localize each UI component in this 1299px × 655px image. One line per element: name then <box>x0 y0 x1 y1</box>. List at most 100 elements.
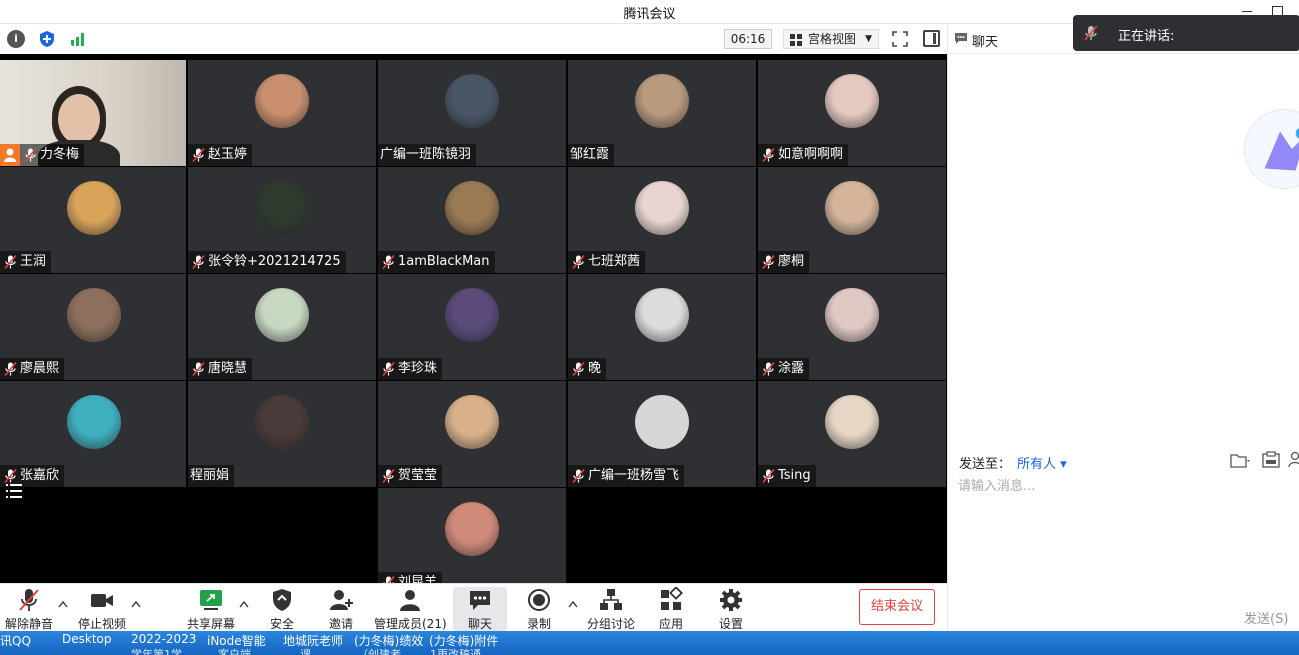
share-options-chevron-up-icon[interactable] <box>239 600 249 608</box>
participant-tile[interactable]: 刘昆羊 <box>378 488 566 583</box>
muted-mic-icon <box>382 254 395 270</box>
participant-name: 刘昆羊 <box>398 575 438 583</box>
participant-tile[interactable]: 廖桐 <box>758 167 946 273</box>
participant-tile[interactable]: 涂露 <box>758 274 946 380</box>
participant-name-bar: 如意啊啊啊 <box>758 144 849 166</box>
participant-tile[interactable]: 唐晓慧 <box>188 274 376 380</box>
taskbar-item[interactable]: 讯QQ <box>0 632 31 649</box>
apps-button[interactable]: 应用 <box>649 587 693 631</box>
send-button[interactable]: 发送(S) <box>1244 608 1288 627</box>
breakout-rooms-label: 分组讨论 <box>586 617 635 631</box>
stop-video-button[interactable]: 停止视频 <box>76 587 128 631</box>
participant-tile[interactable]: 1amBlackMan <box>378 167 566 273</box>
avatar <box>255 395 309 449</box>
taskbar-item[interactable]: 2022-2023 <box>131 632 196 646</box>
speaking-label: 正在讲话: <box>1118 29 1175 44</box>
avatar <box>445 288 499 342</box>
os-taskbar: 讯QQ Desktop 2022-2023 iNode智能 地城阮老师 (力冬梅)绩效 (力… <box>0 631 1299 655</box>
participant-tile[interactable]: 广编一班陈镜羽 <box>378 60 566 166</box>
avatar <box>67 395 121 449</box>
members-icon <box>400 590 420 611</box>
end-meeting-button[interactable]: 结束会议 <box>859 589 935 625</box>
share-screen-button[interactable]: 共享屏幕 <box>185 587 237 631</box>
file-send-icon[interactable] <box>1230 452 1252 468</box>
participant-tile[interactable]: 张嘉欣 <box>0 381 186 487</box>
chat-messages-area <box>948 55 1299 445</box>
muted-mic-icon <box>382 575 395 583</box>
participant-name-bar: 程丽娟 <box>188 465 235 487</box>
chat-message-input[interactable] <box>958 475 1288 595</box>
record-label: 录制 <box>526 617 551 631</box>
muted-mic-icon <box>762 361 775 377</box>
unmute-button[interactable]: 解除静音 <box>4 587 54 631</box>
chat-header: 聊天 正在讲话: <box>948 15 1299 54</box>
participant-tile[interactable]: 贺莹莹 <box>378 381 566 487</box>
list-menu-icon[interactable] <box>4 482 24 500</box>
muted-mic-icon <box>762 147 775 163</box>
avatar <box>67 181 121 235</box>
manage-members-button[interactable]: 管理成员(21) <box>374 587 447 631</box>
muted-mic-icon <box>382 468 395 484</box>
audio-options-chevron-up-icon[interactable] <box>58 600 68 608</box>
participant-tile[interactable]: 七班郑茜 <box>568 167 756 273</box>
record-options-chevron-up-icon[interactable] <box>568 600 578 608</box>
taskbar-item-subtitle: 课 <box>300 648 311 655</box>
participant-tile[interactable]: 程丽娟 <box>188 381 376 487</box>
participant-name-bar: 张令铃+2021214725 <box>188 251 346 273</box>
security-button[interactable]: 安全 <box>260 587 304 631</box>
muted-mic-icon <box>762 254 775 270</box>
participant-tile[interactable]: 李珍珠 <box>378 274 566 380</box>
invite-label: 邀请 <box>328 617 353 631</box>
participant-tile[interactable]: 赵玉婷 <box>188 60 376 166</box>
participant-name-bar: 廖晨熙 <box>0 358 65 380</box>
participant-name: 七班郑茜 <box>588 254 641 269</box>
participant-tile[interactable]: 如意啊啊啊 <box>758 60 946 166</box>
manage-members-label: 管理成员(21) <box>374 617 447 631</box>
add-user-icon <box>330 590 353 610</box>
participant-tile[interactable]: 晚 <box>568 274 756 380</box>
participant-tile[interactable]: 邹红霞 <box>568 60 756 166</box>
participant-tile[interactable]: Tsing <box>758 381 946 487</box>
meeting-window: 腾讯会议 i 06:16 宫格视图 ▼ 力冬梅 赵玉婷 广编一班陈镜羽 邹红霞 … <box>0 0 1299 655</box>
taskbar-item[interactable]: 地城阮老师 <box>283 632 343 649</box>
avatar <box>445 181 499 235</box>
participant-tile[interactable]: 王润 <box>0 167 186 273</box>
info-icon[interactable]: i <box>7 30 25 48</box>
send-to-dropdown[interactable]: 所有人 ▾ <box>1017 453 1067 472</box>
stop-video-label: 停止视频 <box>77 617 126 631</box>
participant-tile[interactable]: 力冬梅 <box>0 60 186 166</box>
video-camera-icon <box>91 594 113 607</box>
participant-name: 1amBlackMan <box>398 254 490 269</box>
participant-name: 广编一班陈镜羽 <box>380 147 472 162</box>
network-signal-icon[interactable] <box>69 30 87 48</box>
breakout-rooms-button[interactable]: 分组讨论 <box>585 587 637 631</box>
avatar <box>635 181 689 235</box>
security-shield-icon[interactable] <box>38 30 56 48</box>
participant-tile[interactable]: 张令铃+2021214725 <box>188 167 376 273</box>
participant-name: 贺莹莹 <box>398 468 438 483</box>
muted-mic-icon <box>4 361 17 377</box>
invite-button[interactable]: 邀请 <box>319 587 363 631</box>
chat-bubble-icon <box>955 33 967 44</box>
toggle-sidebar-icon[interactable] <box>923 30 940 47</box>
fullscreen-icon[interactable] <box>892 31 908 47</box>
participant-name-bar: 晚 <box>568 358 607 380</box>
muted-mic-icon <box>572 361 585 377</box>
save-chat-icon[interactable] <box>1262 451 1280 468</box>
participant-name: 唐晓慧 <box>208 361 248 376</box>
grid-view-icon <box>790 34 802 46</box>
participant-tile[interactable]: 广编一班杨雪飞 <box>568 381 756 487</box>
muted-mic-icon <box>382 361 395 377</box>
participant-name-bar: 广编一班杨雪飞 <box>568 465 685 487</box>
taskbar-item[interactable]: Desktop <box>62 632 112 646</box>
avatar <box>255 181 309 235</box>
video-options-chevron-up-icon[interactable] <box>131 600 141 608</box>
participant-name: 李珍珠 <box>398 361 438 376</box>
chat-button[interactable]: 聊天 <box>453 587 507 631</box>
view-mode-dropdown[interactable]: 宫格视图 ▼ <box>783 29 879 49</box>
participant-tile[interactable]: 廖晨熙 <box>0 274 186 380</box>
record-button[interactable]: 录制 <box>517 587 561 631</box>
settings-button[interactable]: 设置 <box>709 587 753 631</box>
private-chat-person-icon[interactable] <box>1288 451 1299 468</box>
participant-name-bar: 王润 <box>0 251 52 273</box>
